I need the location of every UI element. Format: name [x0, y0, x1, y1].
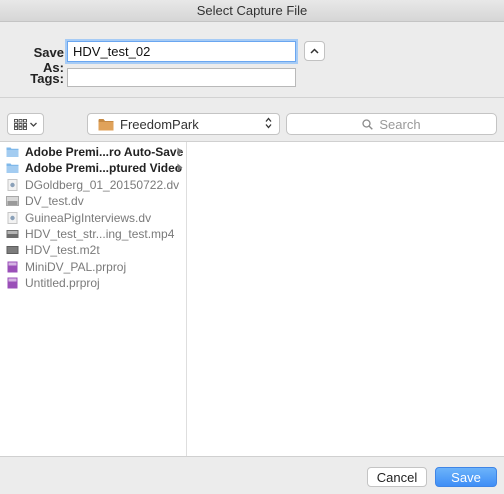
file-name: Adobe Premi...ptured Video: [25, 161, 183, 176]
folder-icon: [6, 163, 19, 174]
file-name: GuineaPigInterviews.dv: [25, 210, 152, 225]
home-folder-icon: [98, 118, 114, 130]
divider: [0, 97, 504, 98]
dv-file-icon: [7, 178, 18, 191]
save-as-input[interactable]: [67, 41, 296, 62]
file-item[interactable]: DGoldberg_01_20150722.dv: [0, 177, 187, 193]
disclosure-arrow-icon: [177, 147, 183, 156]
icon-grid-icon: [14, 118, 27, 130]
save-button[interactable]: Save: [435, 467, 497, 487]
disclosure-arrow-icon: [177, 163, 183, 172]
chevron-up-icon: [310, 48, 319, 54]
file-item[interactable]: HDV_test_str...ing_test.mp4: [0, 226, 187, 242]
expand-dialog-button[interactable]: [304, 41, 325, 61]
file-item[interactable]: Untitled.prproj: [0, 275, 187, 291]
cancel-button[interactable]: Cancel: [367, 467, 427, 487]
file-name: HDV_test_str...ing_test.mp4: [25, 227, 175, 241]
file-item[interactable]: GuineaPigInterviews.dv: [0, 210, 187, 226]
browser-column[interactable]: Adobe Premi...ro Auto-Save Adobe Premi...…: [0, 142, 187, 456]
location-label: FreedomPark: [120, 116, 199, 132]
file-name: DV_test.dv: [25, 194, 84, 209]
file-name: Untitled.prproj: [25, 276, 100, 291]
dv-file-icon: [7, 211, 18, 224]
file-item[interactable]: MiniDV_PAL.prproj: [0, 259, 187, 275]
save-dialog: Select Capture File Save As: Tags:: [0, 0, 504, 494]
search-placeholder: Search: [379, 116, 421, 132]
premiere-project-icon: [7, 261, 18, 273]
up-down-chevron-icon: [265, 117, 272, 129]
file-name: DGoldberg_01_20150722.dv: [25, 177, 180, 192]
search-icon: [362, 118, 374, 130]
video-thumbnail-icon: [6, 196, 19, 207]
tags-label: Tags:: [30, 71, 64, 86]
file-name: Adobe Premi...ro Auto-Save: [25, 145, 184, 159]
video-thumbnail-icon: [6, 230, 19, 238]
premiere-project-icon: [7, 277, 18, 289]
video-thumbnail-icon: [6, 246, 19, 255]
folder-item[interactable]: Adobe Premi...ptured Video: [0, 160, 187, 176]
folder-icon: [6, 147, 19, 157]
file-browser[interactable]: Adobe Premi...ro Auto-Save Adobe Premi...…: [0, 141, 504, 457]
file-name: HDV_test.m2t: [25, 243, 100, 258]
search-field[interactable]: Search: [286, 113, 497, 135]
view-mode-button[interactable]: [7, 113, 44, 135]
file-name: MiniDV_PAL.prproj: [25, 259, 127, 274]
location-popup[interactable]: FreedomPark: [87, 113, 280, 135]
window-title: Select Capture File: [0, 0, 504, 22]
chevron-down-icon: [30, 122, 37, 127]
file-item[interactable]: DV_test.dv: [0, 193, 187, 209]
tags-input[interactable]: [67, 68, 296, 87]
folder-item[interactable]: Adobe Premi...ro Auto-Save: [0, 144, 187, 160]
file-item[interactable]: HDV_test.m2t: [0, 242, 187, 258]
